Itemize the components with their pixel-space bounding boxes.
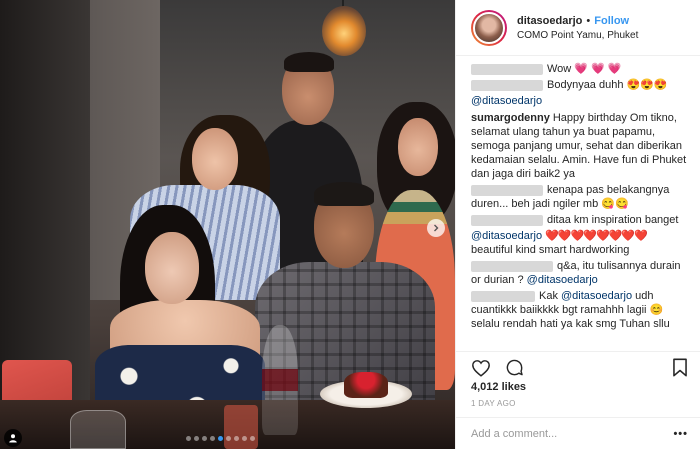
redacted-username [471,214,543,226]
bookmark-icon [673,358,687,377]
mention-link[interactable]: @ditasoedarjo [527,274,598,286]
header-info: ditasoedarjo • Follow COMO Point Yamu, P… [517,15,638,41]
comment-emoji: 😊 [649,304,664,316]
redacted-username [471,63,543,75]
comment: sumargodenny Happy birthday Om tikno, sel… [471,111,688,181]
person-woman-right-face [398,118,438,176]
comment: ditaa km inspiration banget [471,213,688,227]
action-bar [456,351,700,381]
carousel-dot [250,436,255,441]
birthday-cake [344,372,388,398]
post-header: ditasoedarjo • Follow COMO Point Yamu, P… [456,0,700,56]
mention-link[interactable]: @ditasoedarjo [471,230,542,242]
comment: @ditasoedarjo ❤️❤️❤️❤️❤️❤️❤️❤️ beautiful… [471,229,688,257]
avatar-image [473,11,505,44]
post-age[interactable]: 1 DAY AGO [456,397,700,417]
redacted-username [471,184,543,196]
post-side-panel: ditasoedarjo • Follow COMO Point Yamu, P… [455,0,700,449]
carousel-dot [210,436,215,441]
water-glass [70,410,126,449]
user-tag-icon [9,434,17,443]
person-woman-left-face [192,128,238,190]
comment: Bodynyaa duhh 😍😍😍 [471,78,688,92]
carousel-dot [234,436,239,441]
comment: Wow 💗 💗 💗 [471,62,688,76]
comment: kenapa pas belakangnya duren... beh jadi… [471,183,688,211]
carousel-dot [186,436,191,441]
heart-icon [472,359,490,377]
comment-text: Kak [539,290,562,302]
chevron-right-icon [434,224,439,232]
instagram-post: ditasoedarjo • Follow COMO Point Yamu, P… [0,0,700,449]
avatar[interactable] [471,9,507,46]
comment-button[interactable] [505,358,524,377]
carousel-dot [226,436,231,441]
comment-bubble-icon [506,359,523,376]
redacted-username [471,290,535,302]
pendant-lamp [322,6,366,56]
wine-glass [262,325,298,435]
comment-text: ditaa km inspiration banget [547,214,679,226]
redacted-username [471,79,543,91]
mention-link[interactable]: @ditasoedarjo [471,95,542,107]
like-button[interactable] [471,359,491,377]
comment-emoji: ❤️❤️❤️❤️❤️❤️❤️❤️ [545,230,648,242]
comment-text: Wow [547,63,575,75]
person-man-back-hair [284,52,334,72]
separator-dot: • [586,14,591,27]
comment-emoji: 😍😍😍 [626,79,668,91]
comment-text: beautiful kind smart hardworking [471,244,630,256]
carousel-dot [218,436,223,441]
mention-link[interactable]: @ditasoedarjo [561,290,632,302]
comment-text: selalu rendah hati ya kak smg Tuhan sllu [471,318,670,330]
comment: q&a, itu tulisannya durain or durian ? @… [471,259,688,287]
location-link[interactable]: COMO Point Yamu, Phuket [517,30,638,41]
follow-button[interactable]: Follow [594,15,629,27]
more-options-button[interactable]: ••• [673,428,688,440]
comment: Kak @ditasoedarjo udh cuantikkk baiikkkk… [471,289,688,331]
person-older-man-hair [314,182,374,206]
carousel-dot [194,436,199,441]
comment: @ditasoedarjo [471,94,688,108]
save-button[interactable] [672,358,688,377]
tagged-users-button[interactable] [4,429,22,447]
carousel-indicator [186,436,255,441]
comment-text: Bodynyaa duhh [547,79,627,91]
drink-glass [224,405,258,449]
carousel-dot [202,436,207,441]
comment-username[interactable]: sumargodenny [471,112,550,124]
post-photo[interactable] [0,0,455,449]
comment-emoji: 😋😋 [601,198,629,210]
username-link[interactable]: ditasoedarjo [517,15,582,27]
redacted-username [471,260,553,272]
comment-emoji: 💗 💗 💗 [574,63,622,75]
header-user-line: ditasoedarjo • Follow [517,15,638,27]
carousel-dot [242,436,247,441]
person-woman-front-face [145,232,199,304]
comments-list[interactable]: Wow 💗 💗 💗 Bodynyaa duhh 😍😍😍 @ditasoedarj… [456,56,700,351]
carousel-next-button[interactable] [427,219,445,237]
likes-count[interactable]: 4,012 likes [456,381,700,397]
add-comment-bar: ••• [456,417,700,449]
add-comment-input[interactable] [471,427,651,440]
